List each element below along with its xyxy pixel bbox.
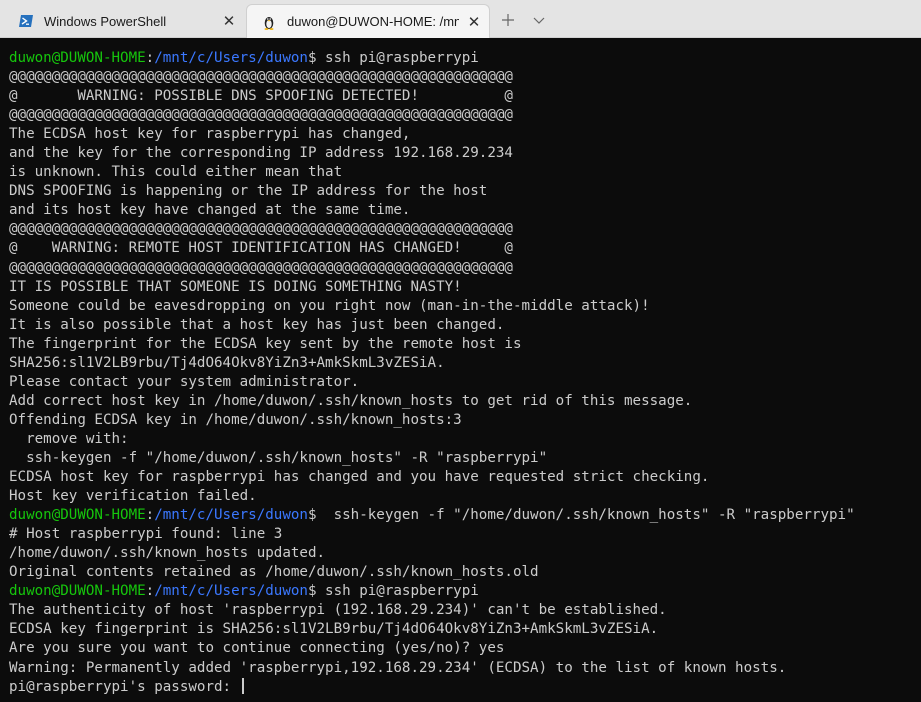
output-text: ssh-keygen -f "/home/duwon/.ssh/known_ho… bbox=[9, 449, 548, 466]
output-text: @@@@@@@@@@@@@@@@@@@@@@@@@@@@@@@@@@@@@@@@… bbox=[9, 221, 513, 238]
output-text: /home/duwon/.ssh/known_hosts updated. bbox=[9, 545, 326, 562]
output-text: ECDSA key fingerprint is SHA256:sl1V2LB9… bbox=[9, 621, 659, 638]
prompt-separator: : bbox=[145, 583, 155, 600]
output-text: # Host raspberrypi found: line 3 bbox=[9, 526, 283, 543]
prompt-line: duwon@DUWON-HOME:/mnt/c/Users/duwon$ ssh… bbox=[9, 49, 921, 68]
powershell-icon bbox=[18, 13, 34, 29]
output-line: DNS SPOOFING is happening or the IP addr… bbox=[9, 182, 921, 201]
output-line: and the key for the corresponding IP add… bbox=[9, 144, 921, 163]
tab-dropdown-button[interactable] bbox=[526, 6, 552, 34]
output-line: @@@@@@@@@@@@@@@@@@@@@@@@@@@@@@@@@@@@@@@@… bbox=[9, 220, 921, 239]
output-line: Original contents retained as /home/duwo… bbox=[9, 563, 921, 582]
terminal-output[interactable]: duwon@DUWON-HOME:/mnt/c/Users/duwon$ ssh… bbox=[0, 38, 921, 702]
output-text: @@@@@@@@@@@@@@@@@@@@@@@@@@@@@@@@@@@@@@@@… bbox=[9, 259, 513, 276]
output-text: ECDSA host key for raspberrypi has chang… bbox=[9, 469, 710, 486]
output-line: remove with: bbox=[9, 430, 921, 449]
output-text: SHA256:sl1V2LB9rbu/Tj4dO64Okv8YiZn3+AmkS… bbox=[9, 354, 445, 371]
prompt-user: duwon@DUWON-HOME bbox=[9, 583, 146, 600]
prompt-user: duwon@DUWON-HOME bbox=[9, 507, 146, 524]
command-text: ssh-keygen -f "/home/duwon/.ssh/known_ho… bbox=[316, 507, 855, 524]
tab-windows-powershell[interactable]: Windows PowerShell ✕ bbox=[4, 4, 244, 38]
prompt-line: duwon@DUWON-HOME:/mnt/c/Users/duwon$ ssh… bbox=[9, 506, 921, 525]
output-line: It is also possible that a host key has … bbox=[9, 316, 921, 335]
prompt-line: duwon@DUWON-HOME:/mnt/c/Users/duwon$ ssh… bbox=[9, 582, 921, 601]
output-line: and its host key have changed at the sam… bbox=[9, 201, 921, 220]
output-line: ssh-keygen -f "/home/duwon/.ssh/known_ho… bbox=[9, 449, 921, 468]
output-text: Add correct host key in /home/duwon/.ssh… bbox=[9, 392, 693, 409]
output-line: IT IS POSSIBLE THAT SOMEONE IS DOING SOM… bbox=[9, 278, 921, 297]
output-text: The ECDSA host key for raspberrypi has c… bbox=[9, 126, 411, 143]
tab-ubuntu-wsl[interactable]: duwon@DUWON-HOME: /mnt ✕ bbox=[246, 4, 490, 38]
output-text: Offending ECDSA key in /home/duwon/.ssh/… bbox=[9, 411, 462, 428]
close-tab-icon[interactable]: ✕ bbox=[459, 13, 489, 31]
output-text: @ WARNING: POSSIBLE DNS SPOOFING DETECTE… bbox=[9, 88, 513, 105]
output-line: The fingerprint for the ECDSA key sent b… bbox=[9, 335, 921, 354]
terminal-window: Windows PowerShell ✕ duwon@DUWON-HOME: /… bbox=[0, 0, 921, 702]
output-text: @@@@@@@@@@@@@@@@@@@@@@@@@@@@@@@@@@@@@@@@… bbox=[9, 107, 513, 124]
output-line: # Host raspberrypi found: line 3 bbox=[9, 525, 921, 544]
output-text: Warning: Permanently added 'raspberrypi,… bbox=[9, 659, 787, 676]
output-line: ECDSA key fingerprint is SHA256:sl1V2LB9… bbox=[9, 620, 921, 639]
prompt-separator: : bbox=[145, 507, 155, 524]
output-text: @@@@@@@@@@@@@@@@@@@@@@@@@@@@@@@@@@@@@@@@… bbox=[9, 69, 513, 86]
output-line: pi@raspberrypi's password: bbox=[9, 677, 921, 697]
output-text: Original contents retained as /home/duwo… bbox=[9, 564, 539, 581]
output-text: Host key verification failed. bbox=[9, 488, 257, 505]
output-line: Offending ECDSA key in /home/duwon/.ssh/… bbox=[9, 411, 921, 430]
linux-tux-icon bbox=[261, 14, 277, 30]
output-line: @@@@@@@@@@@@@@@@@@@@@@@@@@@@@@@@@@@@@@@@… bbox=[9, 259, 921, 278]
output-text: IT IS POSSIBLE THAT SOMEONE IS DOING SOM… bbox=[9, 278, 462, 295]
tab-label: duwon@DUWON-HOME: /mnt bbox=[287, 14, 459, 29]
prompt-user: duwon@DUWON-HOME bbox=[9, 50, 146, 66]
output-text: The authenticity of host 'raspberrypi (1… bbox=[9, 602, 667, 619]
output-line: @@@@@@@@@@@@@@@@@@@@@@@@@@@@@@@@@@@@@@@@… bbox=[9, 68, 921, 87]
output-line: SHA256:sl1V2LB9rbu/Tj4dO64Okv8YiZn3+AmkS… bbox=[9, 354, 921, 373]
prompt-dollar: $ bbox=[307, 50, 317, 66]
prompt-dollar: $ bbox=[307, 583, 317, 600]
output-text: is unknown. This could either mean that bbox=[9, 164, 343, 181]
output-line: Are you sure you want to continue connec… bbox=[9, 639, 921, 658]
output-line: The authenticity of host 'raspberrypi (1… bbox=[9, 601, 921, 620]
chevron-down-icon bbox=[533, 17, 545, 24]
output-text: remove with: bbox=[9, 430, 129, 447]
output-text: DNS SPOOFING is happening or the IP addr… bbox=[9, 183, 488, 200]
tab-bar: Windows PowerShell ✕ duwon@DUWON-HOME: /… bbox=[0, 0, 921, 38]
plus-icon bbox=[502, 14, 514, 26]
output-text: It is also possible that a host key has … bbox=[9, 316, 505, 333]
output-line: @@@@@@@@@@@@@@@@@@@@@@@@@@@@@@@@@@@@@@@@… bbox=[9, 106, 921, 125]
output-line: Warning: Permanently added 'raspberrypi,… bbox=[9, 659, 921, 678]
prompt-path: /mnt/c/Users/duwon bbox=[154, 583, 308, 600]
close-tab-icon[interactable]: ✕ bbox=[214, 12, 244, 30]
output-text: @ WARNING: REMOTE HOST IDENTIFICATION HA… bbox=[9, 240, 513, 257]
output-line: @ WARNING: REMOTE HOST IDENTIFICATION HA… bbox=[9, 239, 921, 258]
output-line: is unknown. This could either mean that bbox=[9, 163, 921, 182]
command-text: ssh pi@raspberrypi bbox=[316, 583, 479, 600]
output-text: Someone could be eavesdropping on you ri… bbox=[9, 297, 650, 314]
output-text: Please contact your system administrator… bbox=[9, 373, 360, 390]
text-cursor bbox=[241, 677, 244, 694]
output-line: @ WARNING: POSSIBLE DNS SPOOFING DETECTE… bbox=[9, 87, 921, 106]
new-tab-button[interactable] bbox=[494, 6, 522, 34]
output-line: The ECDSA host key for raspberrypi has c… bbox=[9, 125, 921, 144]
output-line: Please contact your system administrator… bbox=[9, 373, 921, 392]
tab-label: Windows PowerShell bbox=[44, 13, 167, 29]
prompt-dollar: $ bbox=[307, 507, 317, 524]
output-line: Add correct host key in /home/duwon/.ssh… bbox=[9, 392, 921, 411]
prompt-separator: : bbox=[145, 50, 155, 66]
prompt-path: /mnt/c/Users/duwon bbox=[154, 50, 308, 66]
prompt-path: /mnt/c/Users/duwon bbox=[154, 507, 308, 524]
output-text: and the key for the corresponding IP add… bbox=[9, 145, 513, 162]
output-line: Someone could be eavesdropping on you ri… bbox=[9, 297, 921, 316]
output-text: Are you sure you want to continue connec… bbox=[9, 640, 505, 657]
output-line: ECDSA host key for raspberrypi has chang… bbox=[9, 468, 921, 487]
output-text: pi@raspberrypi's password: bbox=[9, 678, 240, 695]
output-text: The fingerprint for the ECDSA key sent b… bbox=[9, 335, 522, 352]
output-line: /home/duwon/.ssh/known_hosts updated. bbox=[9, 544, 921, 563]
output-line: Host key verification failed. bbox=[9, 487, 921, 506]
output-text: and its host key have changed at the sam… bbox=[9, 202, 411, 219]
command-text: ssh pi@raspberrypi bbox=[316, 50, 479, 66]
